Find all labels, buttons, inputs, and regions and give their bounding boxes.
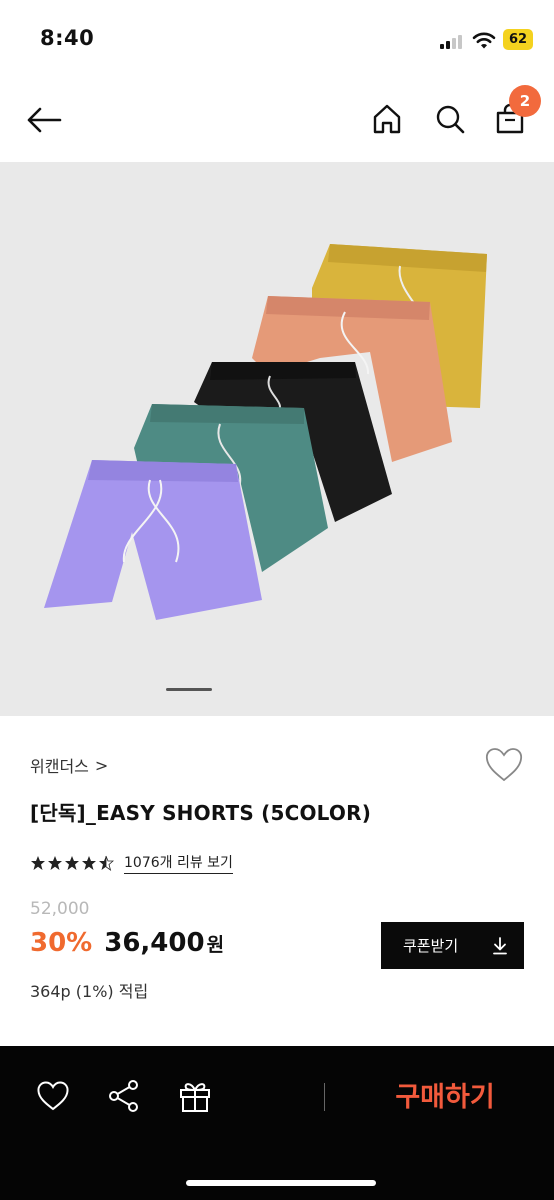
- share-button[interactable]: [104, 1076, 144, 1116]
- status-time: 8:40: [40, 26, 95, 50]
- review-link[interactable]: 1076개 리뷰 보기: [124, 852, 233, 874]
- gift-button[interactable]: [175, 1076, 215, 1116]
- app-header: [0, 80, 554, 162]
- brand-link[interactable]: 위캔더스 >: [30, 753, 108, 777]
- coupon-download-button[interactable]: 쿠폰받기: [381, 922, 524, 969]
- sale-price: 36,400: [104, 928, 205, 958]
- star-icon: [82, 856, 96, 870]
- divider: [324, 1083, 325, 1111]
- product-info: 위캔더스 > [단독]_EASY SHORTS (5COLOR) 1076개 리…: [0, 716, 554, 1046]
- cellular-signal-icon: [440, 33, 466, 49]
- back-arrow-icon: [27, 107, 62, 133]
- cart-count-badge: 2: [509, 85, 541, 117]
- rating-row: 1076개 리뷰 보기: [30, 852, 233, 874]
- shorts-lavender: [44, 460, 262, 620]
- gift-icon: [180, 1083, 210, 1112]
- bottom-action-bar: 구매하기: [0, 1046, 554, 1200]
- brand-name: 위캔더스: [30, 757, 89, 776]
- half-star-icon: [99, 855, 114, 871]
- home-button[interactable]: [365, 97, 409, 141]
- home-icon: [373, 104, 401, 134]
- wishlist-bottom-button[interactable]: [33, 1076, 73, 1116]
- coupon-label: 쿠폰받기: [403, 937, 459, 955]
- product-title: [단독]_EASY SHORTS (5COLOR): [30, 801, 372, 825]
- wifi-icon: [472, 32, 496, 49]
- status-bar: 8:40 62: [0, 0, 554, 80]
- star-icon: [65, 856, 79, 870]
- search-button[interactable]: [428, 97, 472, 141]
- price-row: 30% 36,400 원: [30, 928, 224, 958]
- search-icon: [436, 105, 465, 134]
- product-photo-shorts: [44, 244, 487, 620]
- star-rating: [30, 855, 114, 871]
- download-icon: [493, 936, 507, 954]
- heart-outline-icon: [485, 748, 523, 782]
- wishlist-button[interactable]: [484, 746, 524, 784]
- points-info: 364p (1%) 적립: [30, 982, 149, 1001]
- star-icon: [48, 856, 62, 870]
- product-image-gallery[interactable]: [0, 162, 554, 716]
- star-icon: [31, 856, 45, 870]
- battery-indicator: 62: [503, 29, 533, 50]
- home-indicator: [186, 1180, 376, 1186]
- carousel-indicator: [166, 688, 212, 691]
- discount-rate: 30%: [30, 928, 93, 958]
- original-price: 52,000: [30, 899, 90, 919]
- chevron-right-icon: >: [94, 755, 109, 775]
- buy-button[interactable]: 구매하기: [360, 1076, 530, 1120]
- back-button[interactable]: [22, 100, 66, 140]
- currency-label: 원: [206, 934, 225, 956]
- share-icon: [109, 1080, 138, 1112]
- heart-icon: [37, 1081, 69, 1111]
